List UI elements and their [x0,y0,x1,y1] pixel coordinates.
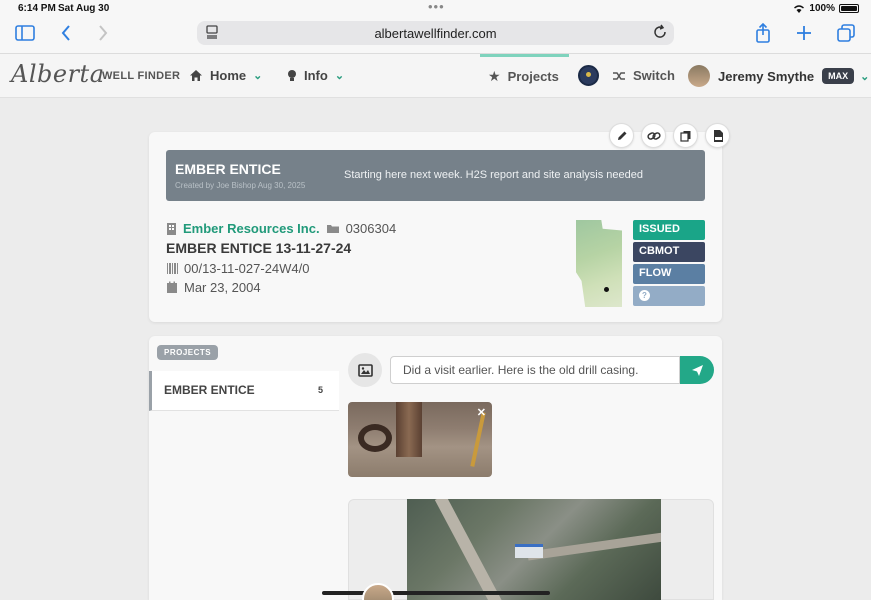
nav-home[interactable]: Home ⌄ [189,68,262,83]
date-row: Mar 23, 2004 [166,280,261,295]
status-right: 100% [793,3,859,14]
remove-photo-icon[interactable]: ✕ [477,406,486,419]
projects-section-label: PROJECTS [157,345,219,360]
forward-icon[interactable] [91,22,115,44]
uwi: 00/13-11-027-24W4/0 [184,261,310,276]
lightbulb-icon [288,69,296,81]
aerial-well-pad [515,544,543,558]
org-logo-avatar [578,65,599,86]
well-name: EMBER ENTICE 13-11-27-24 [166,240,352,256]
send-icon [691,364,703,376]
pdf-icon [713,129,723,142]
user-avatar [688,65,710,87]
send-button[interactable] [680,356,714,384]
browser-chrome: 6:14 PM Sat Aug 30 ••• 100% albertawellf… [0,0,871,54]
home-icon [190,70,202,81]
nav-projects[interactable]: ★ Projects [488,68,559,85]
barcode-icon [167,263,178,274]
project-list-item[interactable]: EMBER ENTICE 5 [149,371,339,411]
aerial-road [434,499,512,600]
plan-badge: MAX [822,68,855,84]
home-indicator[interactable] [322,591,550,595]
project-name: EMBER ENTICE [164,383,255,397]
tabs-overview-icon[interactable] [834,22,858,44]
wifi-icon [794,5,805,13]
logo-script[interactable]: Alberta [11,60,105,88]
folder-icon [326,225,339,233]
nav-info-label: Info [304,68,328,83]
building-icon [167,223,176,235]
active-tab-indicator [480,54,569,57]
battery-percent: 100% [809,3,835,14]
spud-date: Mar 23, 2004 [184,280,261,295]
user-menu[interactable]: Jeremy Smythe MAX ⌄ [688,65,869,87]
status-tag-unknown: ? [633,286,705,306]
banner-note: Starting here next week. H2S report and … [344,169,644,181]
company-row: Ember Resources Inc. 0306304 [166,221,396,236]
nav-info[interactable]: Info ⌄ [287,68,344,83]
url-text: albertawellfinder.com [374,26,497,41]
well-location-marker [604,287,609,292]
multitasking-dots-icon[interactable]: ••• [428,0,445,14]
nav-switch-label: Switch [633,68,675,83]
copy-icon [679,130,690,142]
chevron-down-icon: ⌄ [253,70,263,82]
nav-home-label: Home [210,68,247,83]
export-pdf-button[interactable] [705,123,730,148]
share-icon[interactable] [751,22,775,44]
duplicate-button[interactable] [673,123,698,148]
address-bar[interactable]: albertawellfinder.com [197,21,674,45]
chevron-down-icon: ⌄ [860,70,870,83]
sidebar-toggle-icon[interactable] [13,22,37,44]
well-banner: EMBER ENTICE Created by Joe Bishop Aug 3… [166,150,705,201]
app-navbar: Alberta WELL FINDER Home ⌄ Info ⌄ ★ Proj… [0,54,871,98]
attached-photo[interactable]: ✕ [348,402,492,477]
photo-pole [470,412,486,467]
copy-link-button[interactable] [641,123,666,148]
image-icon [357,363,373,377]
aerial-road [527,526,661,561]
question-icon: ? [639,290,650,301]
company-link[interactable]: Ember Resources Inc. [183,221,320,236]
link-icon [646,131,661,140]
reload-icon[interactable] [652,24,668,45]
shuffle-icon [613,71,625,80]
status-tag-issued: ISSUED [633,220,705,240]
status-time: 6:14 PM [18,3,56,14]
banner-created-by: Created by Joe Bishop Aug 30, 2025 [175,181,306,190]
new-tab-icon[interactable] [792,22,816,44]
user-name: Jeremy Smythe [718,68,815,84]
status-tag-cbmot: CBMOT [633,242,705,262]
uwi-row: 00/13-11-027-24W4/0 [166,261,310,276]
star-icon: ★ [488,68,501,84]
nav-switch[interactable]: Switch [578,65,675,86]
battery-icon [839,4,859,13]
attach-image-button[interactable] [348,353,382,387]
aerial-site-image[interactable] [407,499,661,600]
licence-number: 0306304 [345,221,397,236]
calendar-icon [167,281,177,293]
back-icon[interactable] [54,22,78,44]
nav-projects-label: Projects [507,69,559,84]
photo-casing-ring [358,424,392,452]
edit-button[interactable] [609,123,634,148]
logo-subtitle[interactable]: WELL FINDER [102,70,180,82]
status-date: Sat Aug 30 [58,3,110,14]
status-tag-flow: FLOW [633,264,705,284]
banner-title: EMBER ENTICE [175,161,281,177]
comment-input[interactable] [390,356,680,384]
pencil-icon [617,131,626,140]
chevron-down-icon: ⌄ [334,70,345,82]
card-toolbar [609,123,730,148]
project-count: 5 [317,385,323,395]
photo-casing-pipe [396,402,422,457]
